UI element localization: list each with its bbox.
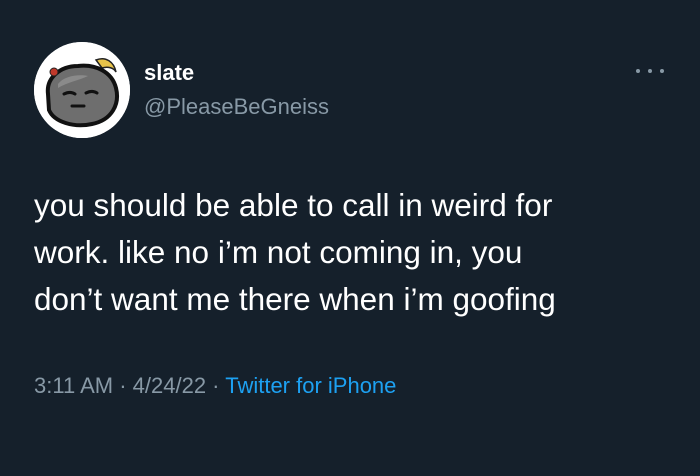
display-name[interactable]: slate: [144, 60, 194, 86]
tweet-card: slate @PleaseBeGneiss you should be able…: [0, 0, 700, 476]
separator: ·: [206, 373, 226, 398]
dot-icon: [660, 69, 664, 73]
tweet-source-link[interactable]: Twitter for iPhone: [225, 373, 396, 398]
tweet-date[interactable]: 4/24/22: [133, 373, 206, 398]
avatar[interactable]: [34, 42, 130, 138]
rock-character-icon: [34, 42, 130, 138]
tweet-time[interactable]: 3:11 AM: [34, 373, 113, 398]
tweet-text-line: don’t want me there when i’m goofing: [34, 281, 556, 317]
tweet-metadata: 3:11 AM · 4/24/22 · Twitter for iPhone: [34, 373, 396, 399]
tweet-text-line: work. like no i’m not coming in, you: [34, 234, 523, 270]
separator: ·: [113, 373, 133, 398]
tweet-text-line: you should be able to call in weird for: [34, 187, 553, 223]
dot-icon: [648, 69, 652, 73]
tweet-text: you should be able to call in weird for …: [34, 182, 684, 323]
dot-icon: [636, 69, 640, 73]
user-handle[interactable]: @PleaseBeGneiss: [144, 94, 329, 120]
more-options-icon[interactable]: [636, 62, 664, 80]
